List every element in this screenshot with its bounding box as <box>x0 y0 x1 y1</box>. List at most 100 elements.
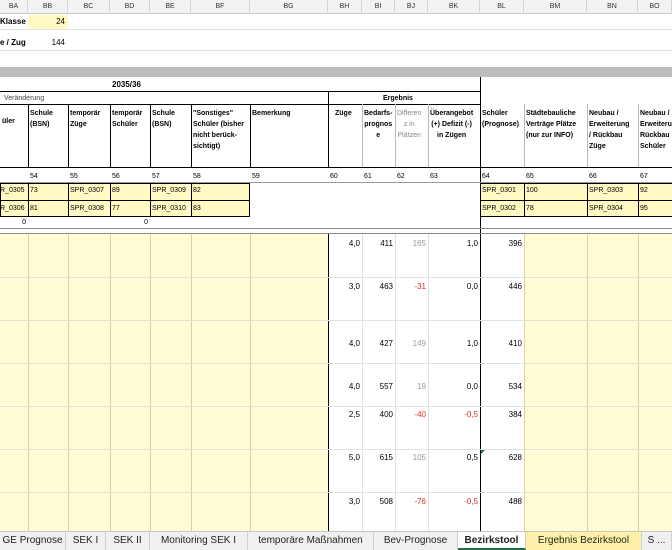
gridline <box>250 234 251 531</box>
col-header-bd[interactable]: BD <box>110 0 150 14</box>
col-number: 63 <box>430 173 438 180</box>
separator-band <box>0 67 672 77</box>
zuege-cell[interactable]: 4,0 <box>328 238 362 249</box>
col-header-bg[interactable]: BG <box>250 0 328 14</box>
col-header-be[interactable]: BE <box>150 0 191 14</box>
schueler-prognose-cell[interactable]: 488 <box>480 496 524 507</box>
spr-code[interactable]: SPR_0307 <box>70 187 104 194</box>
sheet-tab-bar: GE Prognose SEK I SEK II Monitoring SEK … <box>0 531 672 550</box>
differenz-cell[interactable]: -76 <box>395 496 428 507</box>
header-zuege: Züge <box>335 110 352 117</box>
spr-code[interactable]: R_0305 <box>0 187 25 194</box>
spr-code[interactable]: SPR_0308 <box>70 205 104 212</box>
spr-code[interactable]: SPR_0304 <box>589 205 623 212</box>
col-header-bb[interactable]: BB <box>28 0 68 14</box>
zuege-cell[interactable]: 3,0 <box>328 496 362 507</box>
zero-value[interactable]: 0 <box>10 219 26 226</box>
tab-ge-prognose[interactable]: GE Prognose <box>0 532 66 550</box>
differenz-cell[interactable]: 105 <box>395 452 428 463</box>
tab-ergebnis-bezirkstool[interactable]: Ergebnis Bezirkstool <box>526 532 642 550</box>
gridline <box>0 449 672 450</box>
ueberangebot-cell[interactable]: 0,5 <box>428 452 480 463</box>
tab-bezirkstool[interactable]: Bezirkstool <box>458 532 526 550</box>
zuege-cell[interactable]: 2,5 <box>328 409 362 420</box>
col-header-bj[interactable]: BJ <box>395 0 428 14</box>
bedarfsprognose-cell[interactable]: 400 <box>362 409 395 420</box>
spr-value[interactable]: 83 <box>193 205 201 212</box>
tab-bev-prognose[interactable]: Bev-Prognose <box>374 532 458 550</box>
differenz-cell[interactable]: -40 <box>395 409 428 420</box>
spr-value[interactable]: 100 <box>526 187 538 194</box>
spr-value[interactable]: 77 <box>112 205 120 212</box>
spr-value[interactable]: 82 <box>193 187 201 194</box>
ueberangebot-cell[interactable]: 1,0 <box>428 338 480 349</box>
col-number: 62 <box>397 173 405 180</box>
schueler-prognose-cell[interactable]: 534 <box>480 381 524 392</box>
header-rule <box>191 104 192 167</box>
col-header-bl[interactable]: BL <box>480 0 524 14</box>
col-header-ba[interactable]: BA <box>0 0 28 14</box>
spr-value[interactable]: 92 <box>640 187 648 194</box>
col-header-bc[interactable]: BC <box>68 0 110 14</box>
zuege-cell[interactable]: 3,0 <box>328 281 362 292</box>
zuege-cell[interactable]: 4,0 <box>328 381 362 392</box>
col-number: 58 <box>193 173 201 180</box>
spr-value[interactable]: 73 <box>30 187 38 194</box>
bedarfsprognose-cell[interactable]: 427 <box>362 338 395 349</box>
header-schule-bsn-2: Schule (BSN) <box>152 110 175 128</box>
spr-value[interactable]: 78 <box>526 205 534 212</box>
spr-value[interactable]: 81 <box>30 205 38 212</box>
top-value-zug[interactable]: 144 <box>28 36 68 50</box>
differenz-cell[interactable]: 149 <box>395 338 428 349</box>
col-header-bo[interactable]: BO <box>638 0 672 14</box>
col-header-bn[interactable]: BN <box>587 0 638 14</box>
schueler-prognose-cell[interactable]: 446 <box>480 281 524 292</box>
tab-sek-ii[interactable]: SEK II <box>106 532 150 550</box>
spr-code[interactable]: SPR_0301 <box>482 187 516 194</box>
spr-value[interactable]: 89 <box>112 187 120 194</box>
header-sonstiges: "Sonstiges" Schüler (bisher nicht berück… <box>193 110 244 150</box>
zuege-cell[interactable]: 4,0 <box>328 338 362 349</box>
col-header-bi[interactable]: BI <box>362 0 395 14</box>
zuege-cell[interactable]: 5,0 <box>328 452 362 463</box>
schueler-prognose-cell[interactable]: 410 <box>480 338 524 349</box>
schueler-prognose-cell[interactable]: 628 <box>480 452 524 463</box>
bedarfsprognose-cell[interactable]: 508 <box>362 496 395 507</box>
input-area-left <box>0 234 328 531</box>
spr-code[interactable]: SPR_0302 <box>482 205 516 212</box>
header-schule-bsn: Schule (BSN) <box>30 110 53 128</box>
col-header-bk[interactable]: BK <box>428 0 480 14</box>
spr-code[interactable]: SPR_0303 <box>589 187 623 194</box>
tab-sek-i[interactable]: SEK I <box>66 532 106 550</box>
tab-more[interactable]: S ... <box>642 532 672 550</box>
differenz-cell[interactable]: 165 <box>395 238 428 249</box>
col-header-bm[interactable]: BM <box>524 0 587 14</box>
spr-value[interactable]: 95 <box>640 205 648 212</box>
bedarfsprognose-cell[interactable]: 615 <box>362 452 395 463</box>
ueberangebot-cell[interactable]: 1,0 <box>428 238 480 249</box>
top-value-klasse[interactable]: 24 <box>28 15 68 29</box>
tab-monitoring-sek-i[interactable]: Monitoring SEK I <box>150 532 248 550</box>
differenz-cell[interactable]: -31 <box>395 281 428 292</box>
bedarfsprognose-cell[interactable]: 463 <box>362 281 395 292</box>
spr-code[interactable]: R_0306 <box>0 205 25 212</box>
col-number: 66 <box>589 173 597 180</box>
bedarfsprognose-cell[interactable]: 557 <box>362 381 395 392</box>
zero-value[interactable]: 0 <box>132 219 148 226</box>
tab-temporaere-massnahmen[interactable]: temporäre Maßnahmen <box>248 532 374 550</box>
col-header-bf[interactable]: BF <box>191 0 250 14</box>
top-label-klasse: Klasse <box>0 17 26 26</box>
ueberangebot-cell[interactable]: 0,0 <box>428 281 480 292</box>
schueler-prognose-cell[interactable]: 396 <box>480 238 524 249</box>
spr-code[interactable]: SPR_0310 <box>152 205 186 212</box>
col-header-bh[interactable]: BH <box>328 0 362 14</box>
schueler-prognose-cell[interactable]: 384 <box>480 409 524 420</box>
ueberangebot-cell[interactable]: -0,5 <box>428 496 480 507</box>
spr-code[interactable]: SPR_0309 <box>152 187 186 194</box>
ueberangebot-cell[interactable]: 0,0 <box>428 381 480 392</box>
bedarfsprognose-cell[interactable]: 411 <box>362 238 395 249</box>
header-ueberangebot: Überangebot (+) Defizit (-) in Zügen <box>430 110 474 139</box>
differenz-cell[interactable]: 19 <box>395 381 428 392</box>
ueberangebot-cell[interactable]: -0,5 <box>428 409 480 420</box>
spreadsheet-grid[interactable]: BA BB BC BD BE BF BG BH BI BJ BK BL BM B… <box>0 0 672 531</box>
